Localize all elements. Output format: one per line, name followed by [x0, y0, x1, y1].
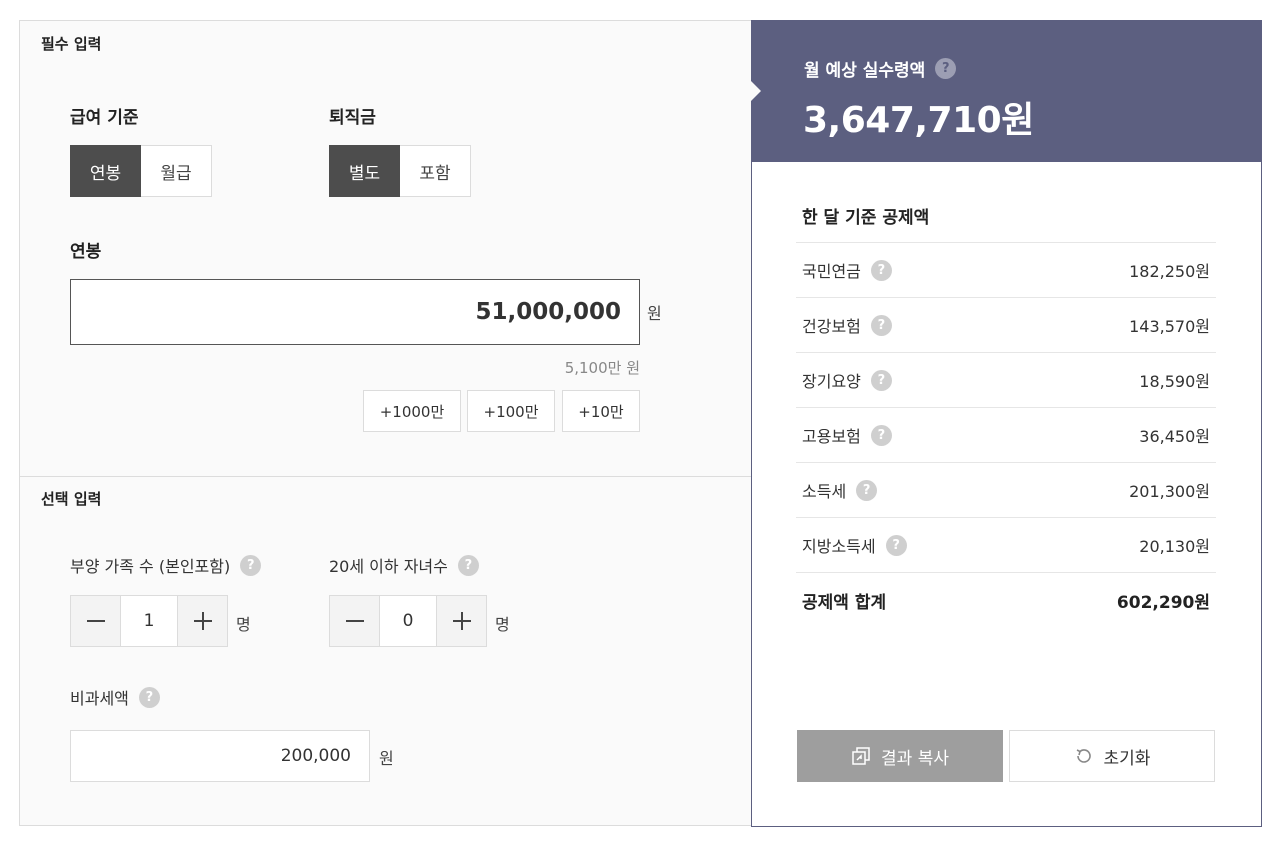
deduction-name-text: 국민연금 — [802, 262, 861, 281]
minus-icon — [86, 620, 105, 622]
add-10m-button[interactable]: +1000만 — [363, 390, 461, 432]
pay-basis-toggle: 연봉 월급 — [70, 145, 212, 197]
deduction-row-income-tax: 소득세? 201,300원 — [796, 462, 1216, 517]
required-section-title: 필수 입력 — [41, 35, 102, 53]
net-pay-title-text: 월 예상 실수령액 — [804, 61, 926, 81]
deduction-row-long-term-care: 장기요양? 18,590원 — [796, 352, 1216, 407]
panel-notch — [751, 81, 761, 101]
help-icon[interactable]: ? — [870, 314, 892, 336]
help-icon[interactable]: ? — [870, 424, 892, 446]
help-icon[interactable]: ? — [856, 479, 878, 501]
children-label: 20세 이하 자녀수 ? — [329, 553, 479, 577]
dependents-plus-button[interactable] — [177, 595, 228, 647]
help-icon[interactable]: ? — [935, 58, 957, 79]
reset-icon — [1076, 749, 1091, 763]
reset-button[interactable]: 초기화 — [1009, 730, 1215, 782]
children-plus-button[interactable] — [436, 595, 487, 647]
deduction-name: 소득세? — [802, 478, 878, 502]
copy-result-button[interactable]: 결과 복사 — [797, 730, 1003, 782]
pay-basis-label: 급여 기준 — [70, 108, 139, 128]
pay-basis-annual-option[interactable]: 연봉 — [70, 145, 141, 197]
deduction-name: 지방소득세? — [802, 533, 907, 557]
minus-icon — [345, 620, 364, 622]
nontaxable-unit: 원 — [379, 749, 394, 768]
deduction-amount: 18,590원 — [1139, 372, 1210, 391]
dependents-stepper: 1 — [70, 595, 228, 647]
deduction-amount: 36,450원 — [1139, 427, 1210, 446]
plus-icon — [193, 612, 212, 630]
dependents-value[interactable]: 1 — [121, 595, 177, 647]
deduction-row-national-pension: 국민연금? 182,250원 — [796, 242, 1216, 297]
dependents-minus-button[interactable] — [70, 595, 121, 647]
reset-label: 초기화 — [1103, 748, 1151, 769]
nontaxable-input[interactable]: 200,000 — [70, 730, 370, 782]
help-icon[interactable]: ? — [457, 554, 479, 576]
add-100k-button[interactable]: +10만 — [562, 390, 640, 432]
deduction-total-row: 공제액 합계 602,290원 — [796, 572, 1216, 627]
deduction-name: 국민연금? — [802, 258, 892, 282]
result-header: 월 예상 실수령액 ? 3,647,710원 — [751, 21, 1261, 162]
plus-icon — [452, 612, 471, 630]
dependents-unit: 명 — [236, 615, 251, 634]
children-value[interactable]: 0 — [380, 595, 436, 647]
children-minus-button[interactable] — [329, 595, 380, 647]
dependents-label: 부양 가족 수 (본인포함) ? — [70, 553, 262, 577]
required-input-section: 필수 입력 급여 기준 연봉 월급 퇴직금 별도 포함 연봉 51,000,00… — [20, 21, 752, 477]
copy-icon — [852, 747, 870, 765]
net-pay-amount: 3,647,710원 — [803, 100, 1034, 141]
severance-separate-option[interactable]: 별도 — [329, 145, 400, 197]
pay-basis-monthly-option[interactable]: 월급 — [141, 145, 212, 197]
deduction-amount: 201,300원 — [1129, 482, 1210, 501]
deduction-total-amount: 602,290원 — [1116, 592, 1210, 613]
deduction-amount: 143,570원 — [1129, 317, 1210, 336]
deduction-name: 고용보험? — [802, 423, 892, 447]
help-icon[interactable]: ? — [138, 686, 160, 708]
deduction-name-text: 장기요양 — [802, 372, 861, 391]
net-pay-title: 월 예상 실수령액 ? — [804, 56, 957, 81]
help-icon[interactable]: ? — [870, 369, 892, 391]
deductions-title: 한 달 기준 공제액 — [802, 208, 930, 228]
salary-input[interactable]: 51,000,000 — [70, 279, 640, 345]
salary-hint: 5,100만 원 — [564, 359, 640, 377]
children-unit: 명 — [495, 615, 510, 634]
salary-calculator: 필수 입력 급여 기준 연봉 월급 퇴직금 별도 포함 연봉 51,000,00… — [19, 20, 1262, 827]
help-icon[interactable]: ? — [885, 534, 907, 556]
children-label-text: 20세 이하 자녀수 — [329, 557, 448, 576]
result-panel: 월 예상 실수령액 ? 3,647,710원 한 달 기준 공제액 국민연금? … — [751, 20, 1262, 827]
input-panel: 필수 입력 급여 기준 연봉 월급 퇴직금 별도 포함 연봉 51,000,00… — [19, 20, 752, 826]
dependents-label-text: 부양 가족 수 (본인포함) — [70, 557, 231, 576]
salary-label: 연봉 — [70, 242, 102, 262]
help-icon[interactable]: ? — [240, 554, 262, 576]
severance-label: 퇴직금 — [329, 108, 376, 128]
children-stepper: 0 — [329, 595, 487, 647]
deductions-list: 국민연금? 182,250원 건강보험? 143,570원 장기요양? 18,5… — [796, 242, 1216, 627]
severance-toggle: 별도 포함 — [329, 145, 471, 197]
nontaxable-label-text: 비과세액 — [70, 689, 129, 708]
help-icon[interactable]: ? — [870, 259, 892, 281]
copy-result-label: 결과 복사 — [881, 748, 949, 769]
deduction-name-text: 건강보험 — [802, 317, 861, 336]
deduction-row-health-insurance: 건강보험? 143,570원 — [796, 297, 1216, 352]
optional-section-title: 선택 입력 — [41, 490, 102, 508]
deduction-amount: 182,250원 — [1129, 262, 1210, 281]
deduction-amount: 20,130원 — [1139, 537, 1210, 556]
severance-included-option[interactable]: 포함 — [400, 145, 471, 197]
deduction-total-label: 공제액 합계 — [802, 592, 887, 613]
deduction-name: 건강보험? — [802, 313, 892, 337]
deduction-row-employment-insurance: 고용보험? 36,450원 — [796, 407, 1216, 462]
deduction-name-text: 고용보험 — [802, 427, 861, 446]
deduction-name-text: 지방소득세 — [802, 537, 876, 556]
deduction-name-text: 소득세 — [802, 482, 847, 501]
nontaxable-label: 비과세액 ? — [70, 685, 160, 709]
add-1m-button[interactable]: +100만 — [467, 390, 555, 432]
deduction-row-local-income-tax: 지방소득세? 20,130원 — [796, 517, 1216, 572]
deduction-name: 장기요양? — [802, 368, 892, 392]
salary-unit: 원 — [647, 304, 662, 323]
